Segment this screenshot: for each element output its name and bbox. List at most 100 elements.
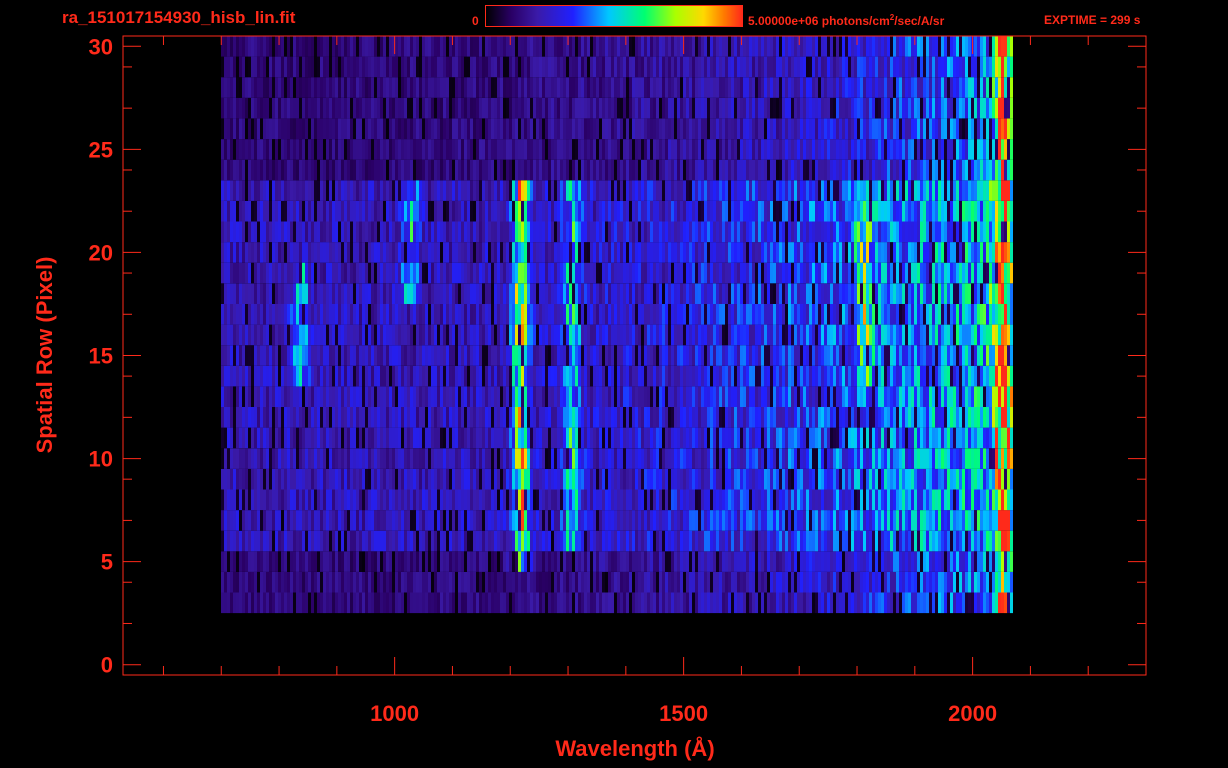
heatmap-cell [761, 551, 764, 572]
heatmap-cell [317, 407, 320, 428]
heatmap-cell [902, 510, 905, 531]
heatmap-cell [839, 489, 842, 511]
heatmap-cell [347, 221, 350, 243]
heatmap-cell [758, 262, 761, 284]
heatmap-cell [854, 489, 857, 511]
heatmap-cell [308, 489, 311, 511]
heatmap-cell [809, 304, 812, 325]
heatmap-cell [446, 242, 449, 263]
heatmap-cell [593, 468, 596, 490]
heatmap-cell [554, 571, 557, 593]
heatmap-cell [680, 468, 683, 490]
heatmap-cell [431, 345, 434, 366]
heatmap-cell [485, 242, 488, 263]
heatmap-cell [749, 427, 752, 449]
heatmap-cell [974, 283, 977, 304]
heatmap-cell [656, 530, 659, 552]
heatmap-cell [578, 530, 581, 552]
heatmap-cell [686, 345, 689, 366]
heatmap-cell [998, 448, 1001, 469]
heatmap-cell [269, 489, 272, 511]
heatmap-cell [926, 489, 929, 511]
heatmap-cell [647, 324, 650, 346]
heatmap-cell [221, 242, 224, 263]
heatmap-cell [989, 345, 992, 366]
heatmap-cell [512, 448, 515, 469]
heatmap-cell [773, 530, 776, 552]
heatmap-cell [485, 324, 488, 346]
heatmap-cell [995, 427, 998, 449]
heatmap-cell [635, 530, 638, 552]
heatmap-cell [827, 530, 830, 552]
heatmap-cell [437, 283, 440, 304]
heatmap-cell [869, 592, 872, 614]
heatmap-cell [410, 345, 413, 366]
heatmap-cell [296, 324, 299, 346]
heatmap-cell [560, 592, 563, 614]
heatmap-cell [554, 283, 557, 304]
heatmap-cell [383, 489, 386, 511]
heatmap-cell [275, 468, 278, 490]
heatmap-cell [671, 530, 674, 552]
heatmap-cell [398, 530, 401, 552]
heatmap-cell [872, 386, 875, 407]
heatmap-cell [254, 448, 257, 469]
heatmap-cell [782, 221, 785, 243]
heatmap-cell [671, 427, 674, 449]
heatmap-cell [746, 489, 749, 511]
heatmap-cell [431, 427, 434, 449]
heatmap-cell [551, 551, 554, 572]
heatmap-cell [557, 489, 560, 511]
heatmap-cell [392, 386, 395, 407]
heatmap-cell [305, 242, 308, 263]
heatmap-cell [656, 571, 659, 593]
heatmap-cell [299, 304, 302, 325]
heatmap-cell [281, 221, 284, 243]
heatmap-cell [788, 365, 791, 387]
heatmap-cell [413, 345, 416, 366]
heatmap-cell [491, 427, 494, 449]
heatmap-cell [989, 468, 992, 490]
heatmap-cell [611, 407, 614, 428]
heatmap-cell [227, 530, 230, 552]
heatmap-cell [227, 304, 230, 325]
heatmap-cell [764, 262, 767, 284]
heatmap-cell [629, 365, 632, 387]
heatmap-cell [758, 324, 761, 346]
heatmap-cell [476, 283, 479, 304]
heatmap-cell [977, 427, 980, 449]
heatmap-cell [242, 592, 245, 614]
heatmap-cell [365, 571, 368, 593]
heatmap-cell [599, 386, 602, 407]
heatmap-cell [698, 530, 701, 552]
heatmap-cell [449, 345, 452, 366]
heatmap-cell [839, 468, 842, 490]
heatmap-cell [935, 571, 938, 593]
heatmap-cell [1010, 592, 1013, 614]
heatmap-cell [356, 386, 359, 407]
heatmap-cell [413, 592, 416, 614]
heatmap-cell [638, 304, 641, 325]
heatmap-cell [323, 242, 326, 263]
heatmap-cell [854, 448, 857, 469]
heatmap-cell [707, 489, 710, 511]
heatmap-cell [641, 345, 644, 366]
heatmap-cell [788, 510, 791, 531]
heatmap-cell [407, 571, 410, 593]
heatmap-cell [422, 262, 425, 284]
heatmap-cell [821, 345, 824, 366]
heatmap-cell [320, 324, 323, 346]
heatmap-cell [407, 324, 410, 346]
heatmap-cell [542, 221, 545, 243]
heatmap-cell [449, 489, 452, 511]
heatmap-cell [743, 592, 746, 614]
heatmap-cell [701, 571, 704, 593]
heatmap-cell [884, 242, 887, 263]
heatmap-cell [320, 530, 323, 552]
heatmap-cell [389, 427, 392, 449]
heatmap-cell [968, 468, 971, 490]
heatmap-cell [284, 571, 287, 593]
heatmap-cell [782, 592, 785, 614]
heatmap-cell [944, 530, 947, 552]
heatmap-cell [362, 262, 365, 284]
